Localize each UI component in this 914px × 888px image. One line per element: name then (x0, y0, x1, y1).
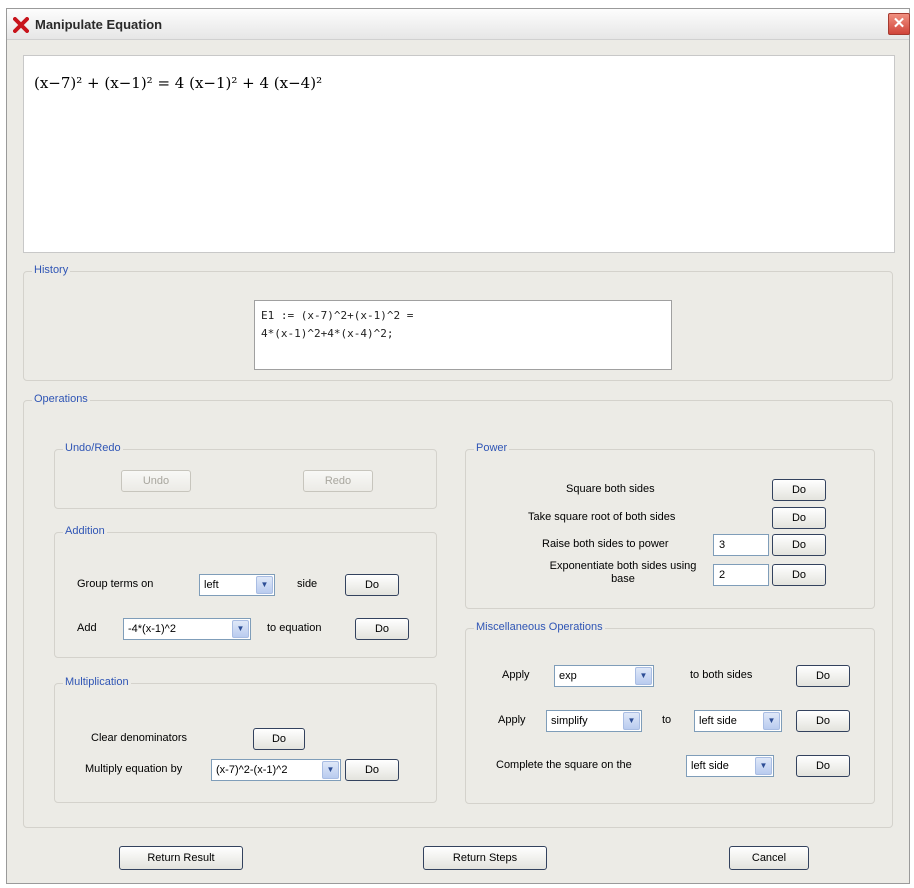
redo-button[interactable]: Redo (303, 470, 373, 492)
apply-function-select[interactable]: exp ▼ (554, 665, 654, 687)
exponentiate-do-button[interactable]: Do (772, 564, 826, 586)
addition-group: Addition Group terms on left ▼ side Do A… (54, 525, 437, 658)
group-side-select[interactable]: left ▼ (199, 574, 275, 596)
complete-square-do-button[interactable]: Do (796, 755, 850, 777)
add-label: Add (77, 622, 97, 634)
chevron-down-icon: ▼ (755, 757, 772, 775)
exponentiate-label: Exponentiate both sides using base (549, 560, 697, 585)
complete-square-side-value: left side (691, 760, 729, 772)
exponentiate-base-input[interactable]: 2 (713, 564, 769, 586)
history-label: History (32, 264, 71, 276)
apply2-function-select[interactable]: simplify ▼ (546, 710, 642, 732)
multiplication-label: Multiplication (63, 676, 131, 688)
chevron-down-icon: ▼ (232, 620, 249, 638)
manipulate-equation-window: Manipulate Equation ✕ (x−7)² + (x−1)² = … (6, 8, 910, 884)
power-group: Power Square both sides Do Take square r… (465, 442, 875, 609)
close-button[interactable]: ✕ (888, 13, 910, 35)
group-terms-do-button[interactable]: Do (345, 574, 399, 596)
group-side-value: left (204, 579, 219, 591)
red-x-app-icon (13, 17, 29, 33)
equation-text: (x−7)² + (x−1)² = 4 (x−1)² + 4 (x−4)² (34, 74, 323, 92)
addition-label: Addition (63, 525, 107, 537)
multiplication-group: Multiplication Clear denominators Do Mul… (54, 676, 437, 803)
raise-power-do-button[interactable]: Do (772, 534, 826, 556)
history-group: History E1 := (x-7)^2+(x-1)^2 = 4*(x-1)^… (23, 264, 893, 381)
undo-redo-label: Undo/Redo (63, 442, 123, 454)
multiply-by-select[interactable]: (x-7)^2-(x-1)^2 ▼ (211, 759, 341, 781)
multiply-by-value: (x-7)^2-(x-1)^2 (216, 764, 288, 776)
clear-denominators-do-button[interactable]: Do (253, 728, 305, 750)
history-line-1: E1 := (x-7)^2+(x-1)^2 = (261, 309, 414, 322)
power-label: Power (474, 442, 510, 454)
undo-button[interactable]: Undo (121, 470, 191, 492)
add-term-select[interactable]: -4*(x-1)^2 ▼ (123, 618, 251, 640)
history-line-2: 4*(x-1)^2+4*(x-4)^2; (261, 327, 394, 340)
complete-square-label: Complete the square on the (496, 759, 632, 771)
chevron-down-icon: ▼ (635, 667, 652, 685)
square-root-label: Take square root of both sides (528, 511, 676, 523)
equation-display: (x−7)² + (x−1)² = 4 (x−1)² + 4 (x−4)² (23, 55, 895, 253)
side-label: side (297, 578, 318, 590)
square-do-button[interactable]: Do (772, 479, 826, 501)
chevron-down-icon: ▼ (322, 761, 339, 779)
window-title: Manipulate Equation (35, 17, 163, 32)
chevron-down-icon: ▼ (763, 712, 780, 730)
misc-operations-group: Miscellaneous Operations Apply exp ▼ to … (465, 621, 875, 804)
to-label: to (662, 714, 672, 726)
misc-operations-label: Miscellaneous Operations (474, 621, 605, 633)
history-textbox[interactable]: E1 := (x-7)^2+(x-1)^2 = 4*(x-1)^2+4*(x-4… (254, 300, 672, 370)
apply2-function-value: simplify (551, 715, 588, 727)
chevron-down-icon: ▼ (623, 712, 640, 730)
cancel-button[interactable]: Cancel (729, 846, 809, 870)
raise-power-label: Raise both sides to power (542, 538, 669, 550)
return-steps-button[interactable]: Return Steps (423, 846, 547, 870)
apply-both-sides-do-button[interactable]: Do (796, 665, 850, 687)
square-root-do-button[interactable]: Do (772, 507, 826, 529)
apply2-side-select[interactable]: left side ▼ (694, 710, 782, 732)
multiply-by-label: Multiply equation by (85, 763, 183, 775)
add-do-button[interactable]: Do (355, 618, 409, 640)
return-result-button[interactable]: Return Result (119, 846, 243, 870)
undo-redo-group: Undo/Redo Undo Redo (54, 442, 437, 509)
to-both-sides-label: to both sides (690, 669, 753, 681)
complete-square-side-select[interactable]: left side ▼ (686, 755, 774, 777)
operations-label: Operations (32, 393, 90, 405)
apply-function-value: exp (559, 670, 577, 682)
apply2-do-button[interactable]: Do (796, 710, 850, 732)
chevron-down-icon: ▼ (256, 576, 273, 594)
apply2-side-value: left side (699, 715, 737, 727)
group-terms-label: Group terms on (77, 578, 154, 590)
square-both-sides-label: Square both sides (566, 483, 655, 495)
title-bar: Manipulate Equation ✕ (7, 9, 910, 40)
multiply-do-button[interactable]: Do (345, 759, 399, 781)
apply-label: Apply (502, 669, 530, 681)
operations-group: Operations Undo/Redo Undo Redo Addition … (23, 393, 893, 828)
to-equation-label: to equation (267, 622, 322, 634)
power-exponent-input[interactable]: 3 (713, 534, 769, 556)
apply2-label: Apply (498, 714, 526, 726)
add-term-value: -4*(x-1)^2 (128, 623, 176, 635)
clear-denominators-label: Clear denominators (91, 732, 187, 744)
